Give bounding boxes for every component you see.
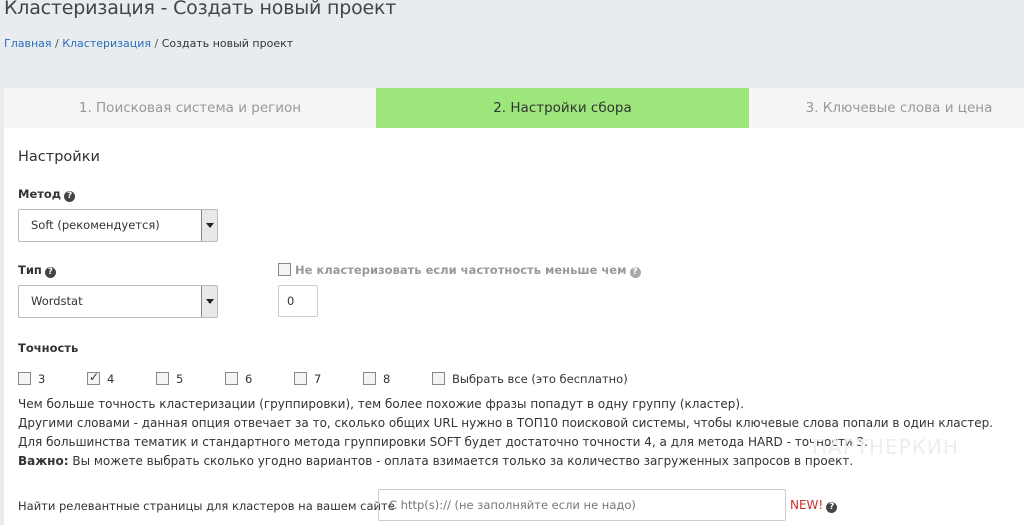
- chevron-down-icon: [201, 286, 217, 317]
- breadcrumb-clustering-link[interactable]: Кластеризация: [62, 37, 151, 50]
- accuracy-checkbox-5[interactable]: [156, 372, 169, 385]
- breadcrumb-current: Создать новый проект: [161, 37, 294, 50]
- accuracy-option-3[interactable]: 3: [18, 372, 45, 386]
- info-line: Другими словами - данная опция отвечает …: [18, 416, 994, 430]
- breadcrumb-separator: /: [51, 37, 63, 50]
- type-label-text: Тип: [18, 263, 42, 277]
- accuracy-value: 3: [38, 372, 46, 386]
- accuracy-option-5[interactable]: 5: [156, 372, 183, 386]
- frequency-threshold-input[interactable]: 0: [278, 285, 318, 317]
- question-circle-icon[interactable]: ?: [826, 502, 838, 513]
- accuracy-info: Чем больше точность кластеризации (групп…: [18, 395, 993, 471]
- type-select[interactable]: Wordstat: [18, 285, 218, 318]
- new-badge: NEW!?: [790, 498, 838, 513]
- accuracy-option-6[interactable]: 6: [225, 372, 252, 386]
- frequency-filter-text: Не кластеризовать если частотность меньш…: [295, 263, 627, 277]
- method-select-value: Soft (рекомендуется): [31, 218, 160, 232]
- important-text: Вы можете выбрать сколько угодно вариант…: [68, 454, 854, 468]
- page-title: Кластеризация - Создать новый проект: [4, 0, 397, 19]
- site-url-input[interactable]: С http(s):// (не заполняйте если не надо…: [378, 489, 786, 521]
- accuracy-option-7[interactable]: 7: [294, 372, 321, 386]
- accuracy-value: 5: [176, 372, 184, 386]
- find-pages-label: Найти релевантные страницы для кластеров…: [18, 499, 395, 513]
- settings-title: Настройки: [18, 149, 100, 165]
- accuracy-checkbox-6[interactable]: [225, 372, 238, 385]
- accuracy-label: Точность: [18, 341, 79, 355]
- chevron-down-icon: [201, 210, 217, 241]
- breadcrumb-home-link[interactable]: Главная: [4, 37, 52, 50]
- info-line: Чем больше точность кластеризации (групп…: [18, 397, 744, 411]
- important-label: Важно:: [18, 454, 69, 468]
- wizard-tabs: 1. Поисковая система и регион 2. Настрой…: [4, 88, 1024, 128]
- tab-collection-settings[interactable]: 2. Настройки сбора: [376, 88, 749, 128]
- accuracy-checkbox-3[interactable]: [18, 372, 31, 385]
- accuracy-option-8[interactable]: 8: [363, 372, 390, 386]
- type-label: Тип?: [18, 263, 56, 278]
- accuracy-value: 6: [245, 372, 253, 386]
- method-label-text: Метод: [18, 187, 62, 201]
- question-circle-icon[interactable]: ?: [64, 191, 76, 202]
- accuracy-option-4[interactable]: 4: [87, 370, 115, 386]
- question-circle-icon[interactable]: ?: [44, 267, 56, 278]
- tab-keywords-price[interactable]: 3. Ключевые слова и цена: [749, 88, 1024, 128]
- frequency-filter-checkbox[interactable]: [278, 263, 291, 276]
- method-select[interactable]: Soft (рекомендуется): [18, 209, 218, 242]
- frequency-filter-label: Не кластеризовать если частотность меньш…: [278, 263, 641, 278]
- accuracy-value: 4: [107, 372, 115, 386]
- tab-search-engine-region[interactable]: 1. Поисковая система и регион: [4, 88, 376, 128]
- new-badge-text: NEW!: [790, 498, 824, 512]
- accuracy-checkbox-4[interactable]: [87, 370, 100, 385]
- question-circle-icon[interactable]: ?: [629, 267, 641, 278]
- select-all-text: Выбрать все (это бесплатно): [452, 372, 628, 386]
- breadcrumb: Главная / Кластеризация / Создать новый …: [4, 37, 293, 50]
- method-label: Метод?: [18, 187, 76, 202]
- accuracy-select-all[interactable]: Выбрать все (это бесплатно): [432, 372, 628, 386]
- accuracy-checkbox-8[interactable]: [363, 372, 376, 385]
- accuracy-value: 7: [314, 372, 322, 386]
- select-all-checkbox[interactable]: [432, 372, 445, 385]
- wizard-panel: 1. Поисковая система и регион 2. Настрой…: [4, 88, 1024, 525]
- breadcrumb-separator: /: [151, 37, 162, 50]
- watermark: ПАРТНЕРКИН: [812, 435, 959, 459]
- accuracy-checkbox-7[interactable]: [294, 372, 307, 385]
- accuracy-value: 8: [383, 372, 391, 386]
- type-select-value: Wordstat: [31, 294, 83, 308]
